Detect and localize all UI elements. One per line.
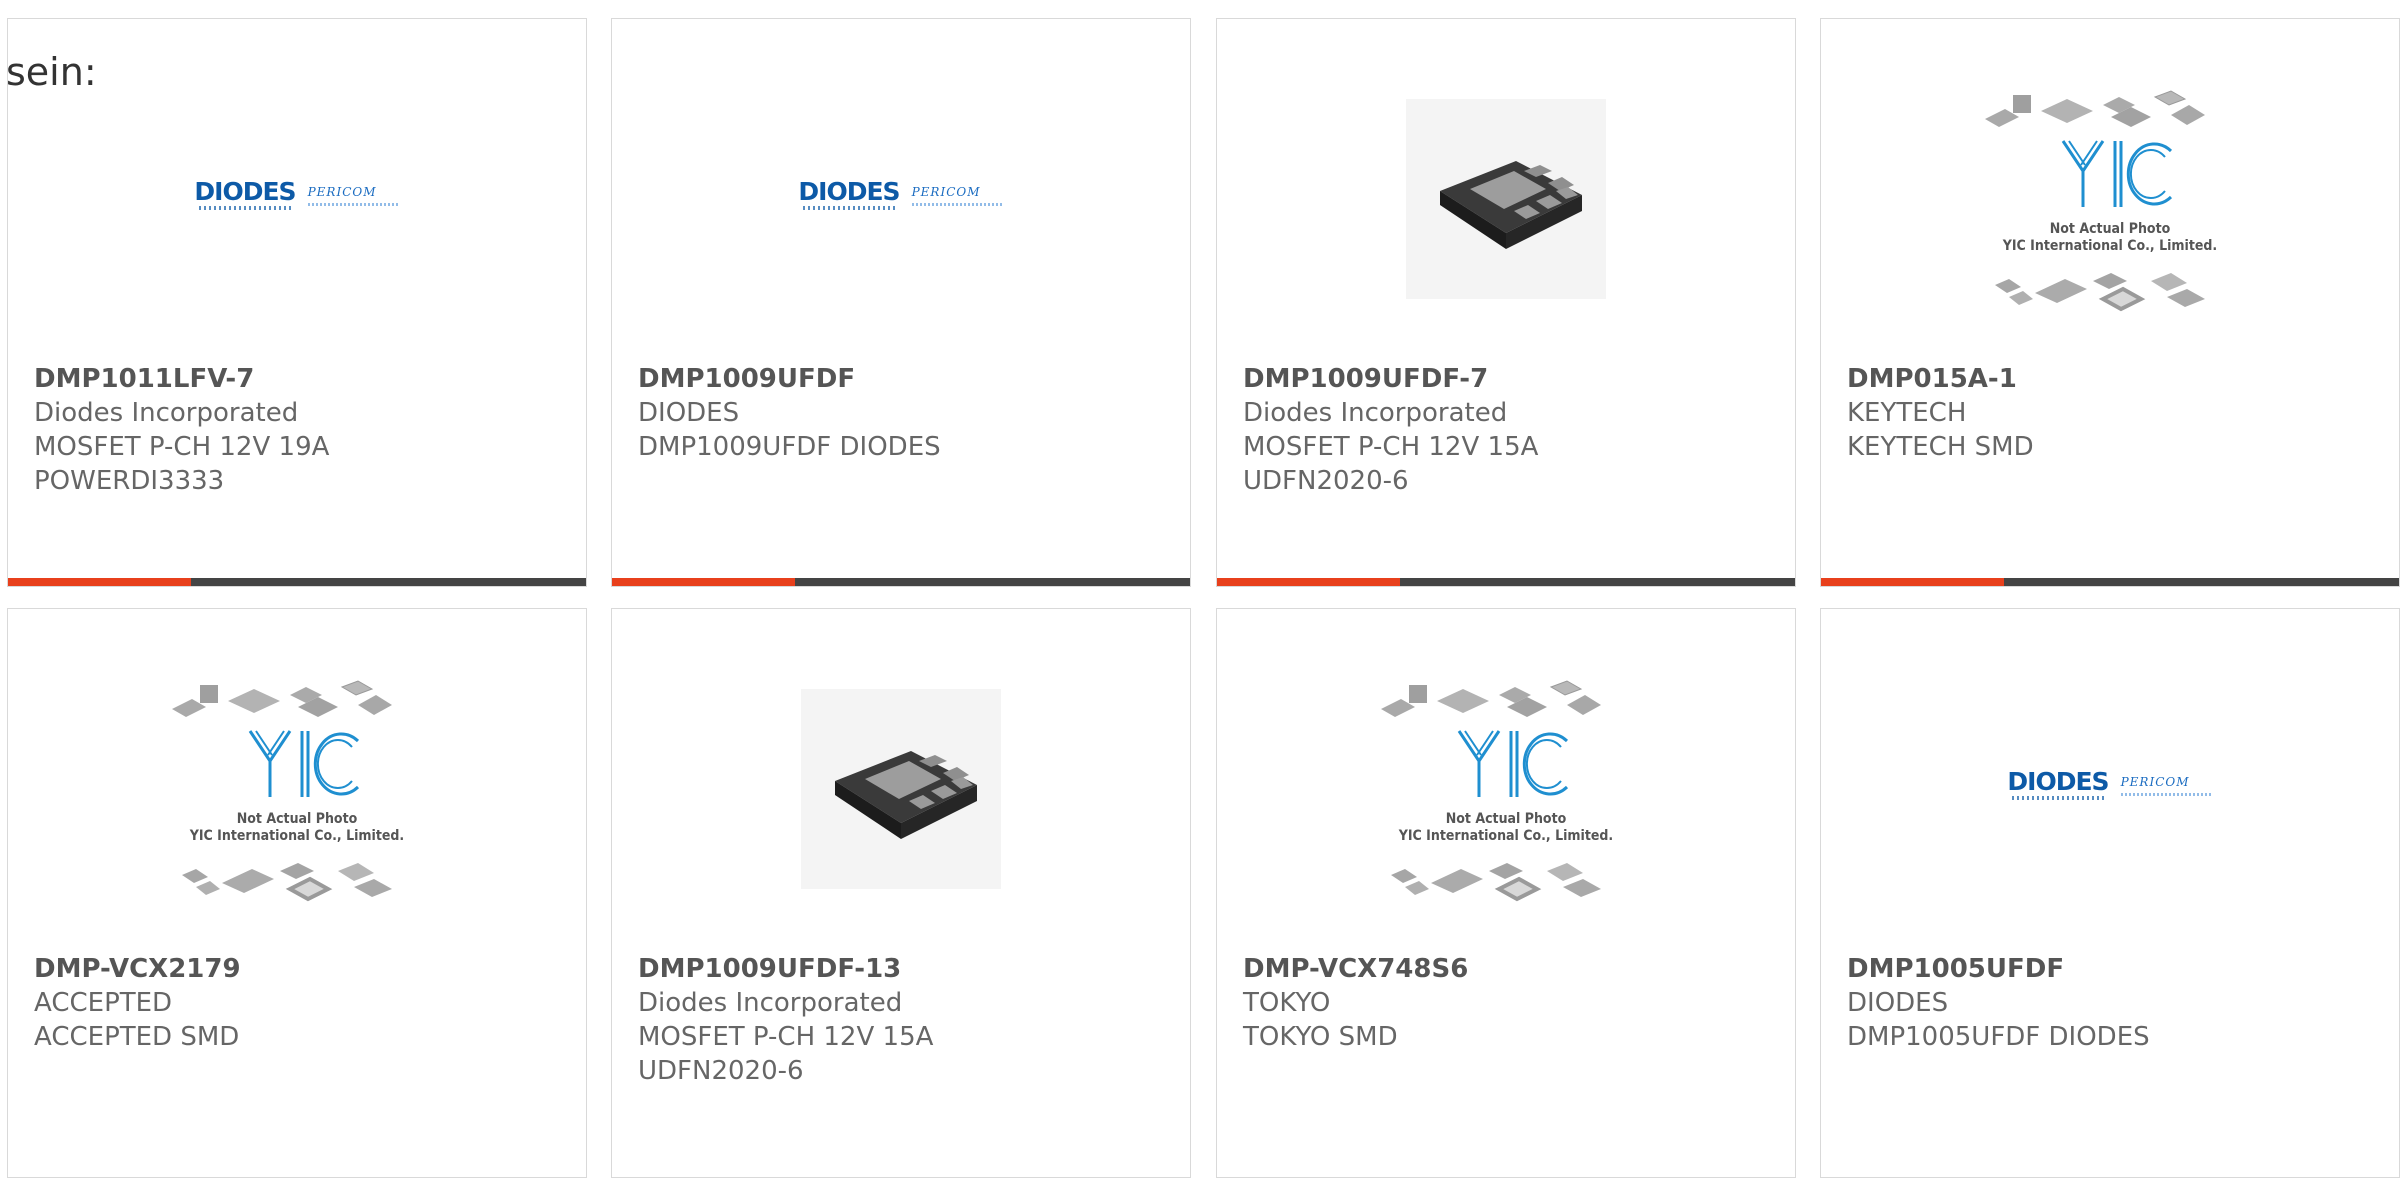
product-grid: DIODES PERICOM DMP1011LFV-7 Diodes Incor… [0,0,2400,1178]
yic-caption-line1: Not Actual Photo [236,811,358,827]
product-info: DMP-VCX2179 ACCEPTED ACCEPTED SMD [34,952,572,1054]
product-info: DMP1009UFDF-13 Diodes Incorporated MOSFE… [638,952,1176,1088]
description: TOKYO SMD [1243,1022,1398,1052]
product-card[interactable]: Not Actual Photo YIC International Co., … [1216,608,1796,1178]
part-number[interactable]: DMP1005UFDF [1847,952,2385,986]
manufacturer: ACCEPTED [34,988,173,1018]
yic-caption: Not Actual Photo YIC International Co., … [162,811,432,845]
description: MOSFET P-CH 12V 15A [1243,432,1539,462]
yic-caption: Not Actual Photo YIC International Co., … [1371,811,1641,845]
product-card[interactable]: DIODES PERICOM DMP1011LFV-7 Diodes Incor… [7,18,587,587]
description: MOSFET P-CH 12V 19A [34,432,330,462]
product-image [612,669,1190,909]
card-accent-bar [8,578,586,586]
package: UDFN2020-6 [638,1056,804,1086]
product-card[interactable]: DMP1009UFDF-13 Diodes Incorporated MOSFE… [611,608,1191,1178]
yic-caption-line2: YIC International Co., Limited. [2002,238,2218,254]
product-card[interactable]: DMP1009UFDF-7 Diodes Incorporated MOSFET… [1216,18,1796,587]
part-number[interactable]: DMP-VCX748S6 [1243,952,1781,986]
description: DMP1005UFDF DIODES [1847,1022,2150,1052]
diodes-logo-text: DIODES [798,177,900,206]
yic-placeholder: Not Actual Photo YIC International Co., … [162,669,432,909]
card-accent-bar [1217,578,1795,586]
product-card[interactable]: Not Actual Photo YIC International Co., … [1820,18,2400,587]
udfn-chip-photo [1406,99,1606,299]
product-info: DMP-VCX748S6 TOKYO TOKYO SMD [1243,952,1781,1054]
yic-caption-line1: Not Actual Photo [1445,811,1567,827]
yic-caption: Not Actual Photo YIC International Co., … [1975,221,2245,255]
product-info: DMP1009UFDF-7 Diodes Incorporated MOSFET… [1243,362,1781,498]
manufacturer: DIODES [1847,988,1949,1018]
product-card[interactable]: DIODES PERICOM DMP1005UFDF DIODES DMP100… [1820,608,2400,1178]
udfn-chip-photo [801,689,1001,889]
product-image [1217,79,1795,319]
product-image: DIODES PERICOM [1821,669,2399,909]
yic-placeholder: Not Actual Photo YIC International Co., … [1975,79,2245,319]
yic-placeholder: Not Actual Photo YIC International Co., … [1371,669,1641,909]
pericom-logo-text: PERICOM [307,184,377,199]
product-image: Not Actual Photo YIC International Co., … [1821,79,2399,319]
product-image: Not Actual Photo YIC International Co., … [1217,669,1795,909]
product-card[interactable]: DIODES PERICOM DMP1009UFDF DIODES DMP100… [611,18,1191,587]
description: DMP1009UFDF DIODES [638,432,941,462]
part-number[interactable]: DMP-VCX2179 [34,952,572,986]
product-info: DMP1011LFV-7 Diodes Incorporated MOSFET … [34,362,572,498]
yic-caption-line1: Not Actual Photo [2049,221,2171,237]
diodes-pericom-logo: DIODES PERICOM [194,177,400,210]
part-number[interactable]: DMP1009UFDF-7 [1243,362,1781,396]
pericom-logo-text: PERICOM [911,184,981,199]
description: ACCEPTED SMD [34,1022,240,1052]
product-info: DMP015A-1 KEYTECH KEYTECH SMD [1847,362,2385,464]
manufacturer: Diodes Incorporated [1243,398,1508,428]
card-accent-bar [612,578,1190,586]
part-number[interactable]: DMP1011LFV-7 [34,362,572,396]
diodes-logo-text: DIODES [194,177,296,206]
manufacturer: KEYTECH [1847,398,1967,428]
product-image: Not Actual Photo YIC International Co., … [8,669,586,909]
yic-caption-line2: YIC International Co., Limited. [189,828,405,844]
pericom-logo-text: PERICOM [2120,774,2190,789]
part-number[interactable]: DMP1009UFDF-13 [638,952,1176,986]
product-card[interactable]: Not Actual Photo YIC International Co., … [7,608,587,1178]
diodes-logo-text: DIODES [2007,767,2109,796]
product-info: DMP1009UFDF DIODES DMP1009UFDF DIODES [638,362,1176,464]
package: POWERDI3333 [34,466,225,496]
part-number[interactable]: DMP015A-1 [1847,362,2385,396]
manufacturer: Diodes Incorporated [34,398,299,428]
description: KEYTECH SMD [1847,432,2034,462]
yic-caption-line2: YIC International Co., Limited. [1398,828,1614,844]
manufacturer: Diodes Incorporated [638,988,903,1018]
manufacturer: TOKYO [1243,988,1331,1018]
package: UDFN2020-6 [1243,466,1409,496]
product-info: DMP1005UFDF DIODES DMP1005UFDF DIODES [1847,952,2385,1054]
description: MOSFET P-CH 12V 15A [638,1022,934,1052]
part-number[interactable]: DMP1009UFDF [638,362,1176,396]
diodes-pericom-logo: DIODES PERICOM [798,177,1004,210]
product-image: DIODES PERICOM [612,79,1190,319]
lead-text: sein: [6,50,97,94]
card-accent-bar [1821,578,2399,586]
diodes-pericom-logo: DIODES PERICOM [2007,767,2213,800]
product-image: DIODES PERICOM [8,79,586,319]
manufacturer: DIODES [638,398,740,428]
